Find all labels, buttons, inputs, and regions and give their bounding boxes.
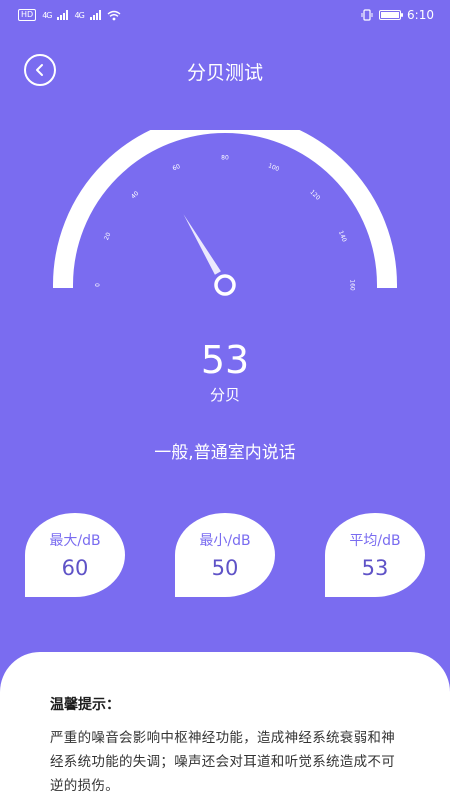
gauge-tick-label: 120 [308,189,321,202]
battery-icon [379,10,404,20]
decibel-gauge: 0 20 40 60 80 100 120 140 160 [53,130,397,296]
stat-label-min: 最小/dB [199,533,251,549]
clock: 6:10 [407,8,434,22]
reading: 53 分贝 [0,338,450,405]
stat-value-min: 50 [211,556,239,580]
decibel-value: 53 [200,338,250,382]
tips-title: 温馨提示： [50,697,120,713]
stat-card-min: 最小/dB 50 [175,513,275,597]
stat-label-avg: 平均/dB [349,533,401,549]
stat-value-max: 60 [61,556,89,580]
gauge-track-end-left [53,284,73,288]
gauge-tick-label: 40 [130,190,140,200]
network-type-1: 4G [42,10,52,20]
gauge-tick-label: 140 [337,230,348,243]
tips-text: 严重的噪音会影响中枢神经功能，造成神经系统衰弱和神经系统功能的失调；噪声还会对耳… [50,730,395,794]
network-type-2: 4G [74,10,84,20]
status-right: 6:10 [361,8,434,22]
page-title: 分贝测试 [186,62,263,84]
stat-label-max: 最大/dB [49,533,101,549]
stat-card-avg: 平均/dB 53 [325,513,425,597]
gauge-tick-label: 80 [221,155,229,162]
decibel-unit: 分贝 [209,386,240,404]
gauge-tick-label: 160 [349,279,356,291]
status-left: HD 4G 4G [18,9,121,21]
stat-card-max: 最大/dB 60 [25,513,125,597]
stats-row: 最大/dB 60 最小/dB 50 平均/dB 53 [0,513,450,599]
hd-badge: HD [18,9,37,21]
status-bar: HD 4G 4G 6:10 [0,0,450,30]
stat-value-avg: 53 [361,556,389,580]
gauge-tick-label: 0 [95,283,102,287]
gauge-tick-label: 100 [267,162,280,173]
signal-icon [57,10,69,20]
gauge-track-end-right [377,284,397,288]
vibrate-icon [361,9,373,21]
noise-level-description: 一般,普通室内说话 [154,443,296,463]
gauge-tick-label: 20 [103,231,112,241]
header: 分贝测试 [0,50,450,88]
gauge-hub [214,274,236,296]
gauge-tick-label: 60 [172,163,182,172]
gauge-track [53,130,397,286]
wifi-icon [107,10,121,20]
signal-icon [89,10,101,20]
tips-panel: 温馨提示： 严重的噪音会影响中枢神经功能，造成神经系统衰弱和神经系统功能的失调；… [0,652,450,800]
gauge-needle [183,214,221,275]
